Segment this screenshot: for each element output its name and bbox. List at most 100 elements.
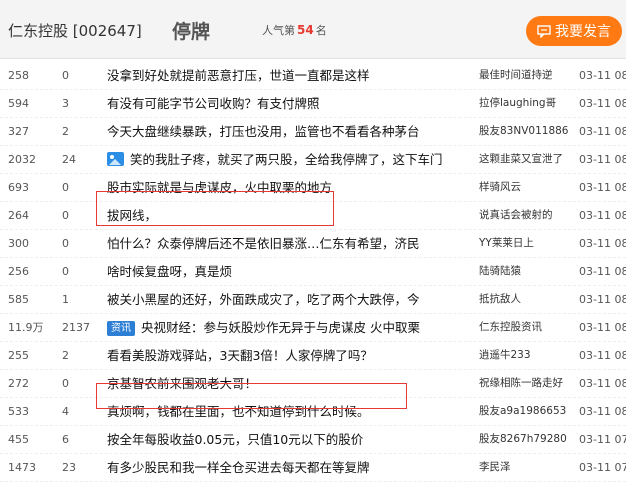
author-link[interactable]: 拉停laughing哥 [479, 90, 556, 117]
reply-count: 2137 [62, 321, 90, 334]
post-row: 272 0 京基智农前来围观老大哥！ 祝缘相陈一路走好 03-11 08 [0, 370, 626, 398]
post-time: 03-11 08 [579, 237, 626, 250]
news-tag: 资讯 [107, 321, 135, 336]
post-time: 03-11 08 [579, 405, 626, 418]
post-title-cell: 今天大盘继续暴跌，打压也没用，监管也不看看各种茅台 [107, 118, 420, 145]
comment-icon [537, 24, 551, 38]
post-time: 03-11 08 [579, 293, 626, 306]
post-title-link[interactable]: 有多少股民和我一样全仓买进去每天都在等复牌 [107, 460, 370, 475]
post-title-link[interactable]: 按全年每股收益0.05元，只值10元以下的股价 [107, 432, 363, 447]
author-link[interactable]: 抵抗敌人 [479, 286, 521, 313]
post-title-cell: 啥时候复盘呀，真是烦 [107, 258, 232, 285]
post-time: 03-11 07 [579, 461, 626, 474]
reply-count: 0 [62, 377, 69, 390]
author-link[interactable]: 这颗韭菜又宣泄了 [479, 146, 563, 173]
stock-name[interactable]: 仁东控股 [002647] [8, 20, 142, 41]
post-row: 11.9万 2137 资讯 央视财经：参与妖股炒作无异于与虎谋皮 火中取栗 仁东控股资讯… [0, 314, 626, 342]
post-title-cell: 股市实际就是与虎谋皮，火中取栗的地方 [107, 174, 332, 201]
post-time: 03-11 08 [579, 97, 626, 110]
read-count: 455 [8, 433, 29, 446]
read-count: 264 [8, 209, 29, 222]
post-title-link[interactable]: 今天大盘继续暴跌，打压也没用，监管也不看看各种茅台 [107, 124, 420, 139]
post-row: 256 0 啥时候复盘呀，真是烦 陆骑陆猿 03-11 08 [0, 258, 626, 286]
reply-count: 3 [62, 97, 69, 110]
author-link[interactable]: 股友8267h79280 [479, 426, 567, 453]
post-time: 03-11 08 [579, 181, 626, 194]
author-link[interactable]: 李民泽 [479, 454, 511, 481]
popularity-label: 人气第 [262, 24, 295, 37]
post-title-link[interactable]: 股市实际就是与虎谋皮，火中取栗的地方 [107, 180, 332, 195]
author-link[interactable]: 祝缘相陈一路走好 [479, 370, 563, 397]
reply-count: 6 [62, 433, 69, 446]
post-title-link[interactable]: 真烦啊，钱都在里面，也不知道停到什么时候。 [107, 404, 370, 419]
reply-count: 0 [62, 181, 69, 194]
reply-count: 1 [62, 293, 69, 306]
reply-count: 0 [62, 237, 69, 250]
post-title-link[interactable]: 拔网线， [107, 208, 157, 223]
post-title-cell: 按全年每股收益0.05元，只值10元以下的股价 [107, 426, 363, 453]
read-count: 255 [8, 349, 29, 362]
post-row: 594 3 有没有可能字节公司收购？有支付牌照 拉停laughing哥 03-11 08 [0, 90, 626, 118]
author-link[interactable]: 股友a9a1986653 [479, 398, 566, 425]
post-time: 03-11 08 [579, 377, 626, 390]
post-title-cell: 看看美股游戏驿站，3天翻3倍！人家停牌了吗？ [107, 342, 373, 369]
post-title-link[interactable]: 被关小黑屋的还好，外面跌成灾了，吃了两个大跌停，今 [107, 292, 420, 307]
post-title-cell: 资讯 央视财经：参与妖股炒作无异于与虎谋皮 火中取栗 [107, 314, 420, 341]
post-title-link[interactable]: 怕什么？众泰停牌后还不是依旧暴涨…仁东有希望，济民 [107, 236, 420, 251]
post-title-cell: 有多少股民和我一样全仓买进去每天都在等复牌 [107, 454, 370, 481]
post-title-link[interactable]: 看看美股游戏驿站，3天翻3倍！人家停牌了吗？ [107, 348, 373, 363]
post-button[interactable]: 我要发言 [526, 16, 622, 46]
post-title-cell: 笑的我肚子疼，就买了两只股，全给我停牌了，这下车门 [107, 146, 443, 173]
author-link[interactable]: 最佳时间道持逆 [479, 62, 553, 89]
post-title-cell: 拔网线， [107, 202, 157, 229]
post-list: 258 0 没拿到好处就提前恶意打压，世道一直都是这样 最佳时间道持逆 03-11 08… [0, 62, 626, 482]
reply-count: 0 [62, 209, 69, 222]
post-title-link[interactable]: 央视财经：参与妖股炒作无异于与虎谋皮 火中取栗 [141, 320, 420, 335]
post-title-link[interactable]: 笑的我肚子疼，就买了两只股，全给我停牌了，这下车门 [130, 152, 443, 167]
post-row: 258 0 没拿到好处就提前恶意打压，世道一直都是这样 最佳时间道持逆 03-11 08 [0, 62, 626, 90]
post-row: 264 0 拔网线， 说真话会被射的 03-11 08 [0, 202, 626, 230]
post-time: 03-11 08 [579, 153, 626, 166]
post-time: 03-11 07 [579, 433, 626, 446]
read-count: 327 [8, 125, 29, 138]
read-count: 693 [8, 181, 29, 194]
post-title-cell: 京基智农前来围观老大哥！ [107, 370, 257, 397]
popularity-number: 54 [297, 23, 314, 37]
author-link[interactable]: 股友83NV011886 [479, 118, 568, 145]
reply-count: 24 [62, 153, 76, 166]
stock-header: 仁东控股 [002647] 停牌 人气第 54 名 我要发言 [0, 0, 626, 59]
post-title-link[interactable]: 啥时候复盘呀，真是烦 [107, 264, 232, 279]
author-link[interactable]: 仁东控股资讯 [479, 314, 542, 341]
post-button-label: 我要发言 [555, 24, 611, 40]
post-row: 455 6 按全年每股收益0.05元，只值10元以下的股价 股友8267h79280 0… [0, 426, 626, 454]
read-count: 594 [8, 97, 29, 110]
post-row: 693 0 股市实际就是与虎谋皮，火中取栗的地方 样骑风云 03-11 08 [0, 174, 626, 202]
post-title-link[interactable]: 京基智农前来围观老大哥！ [107, 376, 257, 391]
author-link[interactable]: 说真话会被射的 [479, 202, 553, 229]
read-count: 1473 [8, 461, 36, 474]
reply-count: 2 [62, 125, 69, 138]
read-count: 533 [8, 405, 29, 418]
post-row: 255 2 看看美股游戏驿站，3天翻3倍！人家停牌了吗？ 逍遥牛233 03-11 08 [0, 342, 626, 370]
post-title-link[interactable]: 有没有可能字节公司收购？有支付牌照 [107, 96, 320, 111]
post-title-cell: 没拿到好处就提前恶意打压，世道一直都是这样 [107, 62, 370, 89]
author-link[interactable]: 逍遥牛233 [479, 342, 531, 369]
author-link[interactable]: 陆骑陆猿 [479, 258, 521, 285]
post-time: 03-11 08 [579, 125, 626, 138]
post-row: 1473 23 有多少股民和我一样全仓买进去每天都在等复牌 李民泽 03-11 07 [0, 454, 626, 482]
post-title-cell: 怕什么？众泰停牌后还不是依旧暴涨…仁东有希望，济民 [107, 230, 420, 257]
reply-count: 0 [62, 69, 69, 82]
post-title-cell: 有没有可能字节公司收购？有支付牌照 [107, 90, 320, 117]
post-title-cell: 真烦啊，钱都在里面，也不知道停到什么时候。 [107, 398, 370, 425]
read-count: 2032 [8, 153, 36, 166]
author-link[interactable]: YY莱莱日上 [479, 230, 534, 257]
post-time: 03-11 08 [579, 69, 626, 82]
reply-count: 4 [62, 405, 69, 418]
post-row: 533 4 真烦啊，钱都在里面，也不知道停到什么时候。 股友a9a1986653 03-… [0, 398, 626, 426]
trading-status: 停牌 [172, 21, 211, 43]
author-link[interactable]: 样骑风云 [479, 174, 521, 201]
reply-count: 23 [62, 461, 76, 474]
post-time: 03-11 08 [579, 321, 626, 334]
read-count: 11.9万 [8, 321, 44, 334]
post-title-link[interactable]: 没拿到好处就提前恶意打压，世道一直都是这样 [107, 68, 370, 83]
